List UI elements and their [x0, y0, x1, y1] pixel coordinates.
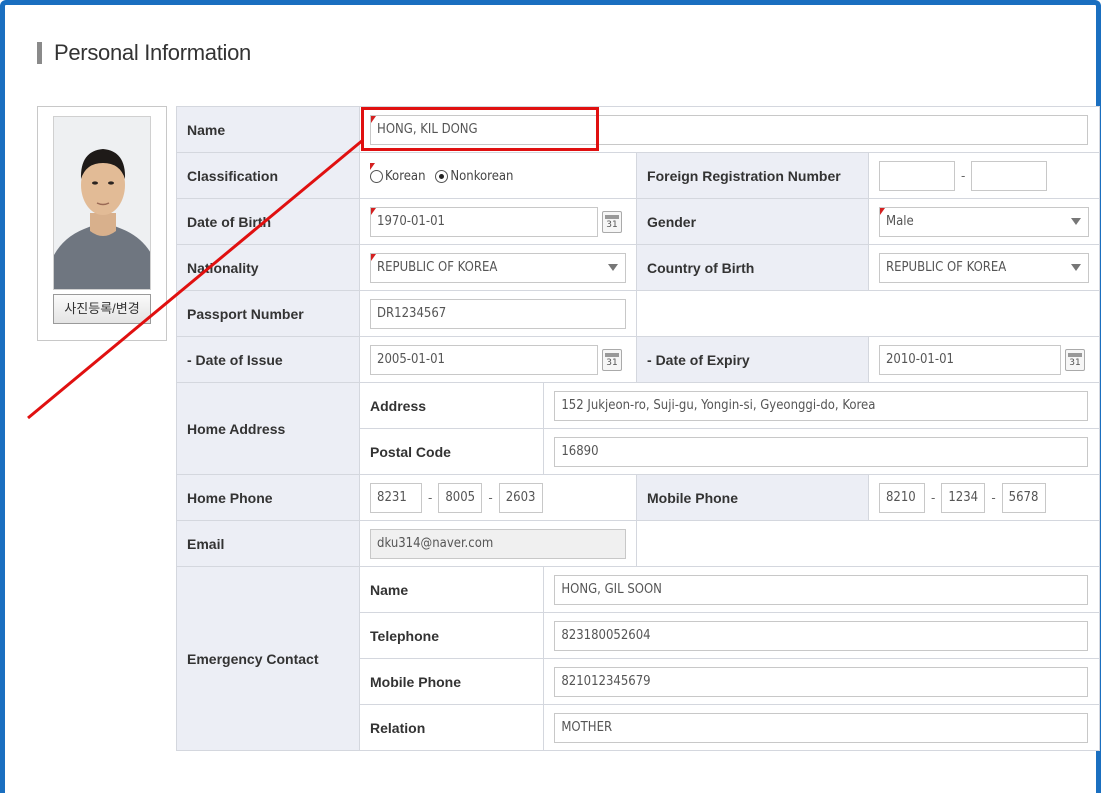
country-of-birth-cell: REPUBLIC OF KOREA	[867, 244, 1101, 291]
chevron-down-icon	[608, 263, 619, 271]
gender-label: Gender	[636, 198, 869, 245]
home-phone-part1[interactable]: 8231	[370, 482, 423, 513]
expiry-cell: 2010-01-01 31	[867, 336, 1101, 383]
address-cell: 152 Jukjeon-ro, Suji-gu, Yongin-si, Gyeo…	[543, 382, 1100, 429]
email-input[interactable]: dku314@naver.com	[370, 528, 627, 559]
calendar-icon[interactable]: 31	[602, 210, 623, 233]
photo-panel: 사진등록/변경	[37, 106, 167, 341]
address-input[interactable]: 152 Jukjeon-ro, Suji-gu, Yongin-si, Gyeo…	[554, 390, 1089, 421]
foreign-reg-part2-input[interactable]	[971, 160, 1048, 191]
expiry-date-input[interactable]: 2010-01-01	[878, 344, 1061, 375]
emergency-name-input[interactable]: HONG, GIL SOON	[554, 574, 1089, 605]
home-phone-label: Home Phone	[175, 474, 361, 521]
calendar-icon[interactable]: 31	[1064, 348, 1085, 371]
dash-separator: -	[930, 490, 936, 505]
issue-date-input[interactable]: 2005-01-01	[370, 344, 599, 375]
home-phone-part3[interactable]: 2603	[498, 482, 543, 513]
name-input[interactable]: HONG, KIL DONG	[370, 114, 1089, 145]
foreign-reg-label: Foreign Registration Number	[636, 152, 869, 199]
emergency-relation-input[interactable]: MOTHER	[554, 712, 1089, 743]
row-email: Email dku314@naver.com	[175, 520, 1100, 567]
emergency-tel-sublabel: Telephone	[359, 612, 545, 659]
issue-label: - Date of Issue	[175, 336, 361, 383]
emergency-tel-cell: 823180052604	[543, 612, 1100, 659]
mobile-phone-cell: 8210-1234-5678	[867, 474, 1101, 521]
nationality-label: Nationality	[175, 244, 361, 291]
nationality-select[interactable]: REPUBLIC OF KOREA	[370, 252, 627, 283]
page-title: Personal Information	[54, 40, 251, 65]
dash-separator: -	[960, 168, 966, 183]
passport-label: Passport Number	[175, 290, 361, 337]
emergency-relation-sublabel: Relation	[359, 704, 545, 751]
dob-cell: 1970-01-01 31	[359, 198, 638, 245]
row-emergency-name: Emergency Contact Name HONG, GIL SOON	[175, 566, 1100, 751]
email-empty-cell	[636, 520, 1100, 567]
dob-label: Date of Birth	[175, 198, 361, 245]
expiry-label: - Date of Expiry	[636, 336, 869, 383]
section-title: Personal Information	[37, 40, 251, 66]
dob-input[interactable]: 1970-01-01	[370, 206, 599, 237]
row-classification: Classification Korean Nonkorean Foreign …	[175, 152, 1101, 199]
chevron-down-icon	[1070, 217, 1081, 225]
country-of-birth-label: Country of Birth	[636, 244, 869, 291]
gender-select[interactable]: Male	[878, 206, 1089, 237]
row-name: Name HONG, KIL DONG	[175, 106, 1100, 153]
gender-cell: Male	[867, 198, 1101, 245]
emergency-relation-cell: MOTHER	[543, 704, 1100, 751]
emergency-mobile-input[interactable]: 821012345679	[554, 666, 1089, 697]
email-cell: dku314@naver.com	[359, 520, 638, 567]
emergency-mobile-cell: 821012345679	[543, 658, 1100, 705]
korean-option-label: Korean	[385, 168, 426, 184]
classification-cell: Korean Nonkorean	[359, 152, 638, 199]
issue-cell: 2005-01-01 31	[359, 336, 638, 383]
row-dob: Date of Birth 1970-01-01 31 Gender Male	[175, 198, 1101, 245]
passport-cell: DR1234567	[359, 290, 638, 337]
photo-register-button[interactable]: 사진등록/변경	[53, 294, 151, 324]
dash-separator: -	[991, 490, 996, 505]
mobile-phone-part3[interactable]: 5678	[1001, 482, 1046, 513]
passport-empty-cell	[636, 290, 1100, 337]
foreign-reg-cell: -	[867, 152, 1101, 199]
home-address-label: Home Address	[175, 382, 361, 475]
calendar-icon[interactable]: 31	[602, 348, 623, 371]
home-phone-part2[interactable]: 8005	[438, 482, 483, 513]
home-phone-cell: 8231-8005-2603	[359, 474, 638, 521]
personal-info-table: Name HONG, KIL DONG Classification Korea…	[175, 106, 1101, 751]
row-passport: Passport Number DR1234567	[175, 290, 1100, 337]
row-issue-expiry: - Date of Issue 2005-01-01 31 - Date of E…	[175, 336, 1101, 383]
mobile-phone-part2[interactable]: 1234	[941, 482, 986, 513]
emergency-telephone-input[interactable]: 823180052604	[554, 620, 1089, 651]
person-photo-icon	[54, 117, 150, 289]
required-marker	[370, 163, 376, 170]
name-label: Name	[175, 106, 361, 153]
emergency-name-sublabel: Name	[359, 566, 545, 613]
country-of-birth-select[interactable]: REPUBLIC OF KOREA	[878, 252, 1089, 283]
radio-nonkorean[interactable]	[435, 169, 449, 183]
chevron-down-icon	[1070, 263, 1081, 271]
postal-sublabel: Postal Code	[359, 428, 545, 475]
nationality-cell: REPUBLIC OF KOREA	[359, 244, 638, 291]
foreign-reg-part1-input[interactable]	[878, 160, 955, 191]
name-cell: HONG, KIL DONG	[359, 106, 1100, 153]
emergency-contact-label: Emergency Contact	[175, 566, 361, 751]
radio-korean[interactable]	[370, 169, 384, 183]
address-sublabel: Address	[359, 382, 545, 429]
classification-label: Classification	[175, 152, 361, 199]
mobile-phone-label: Mobile Phone	[636, 474, 869, 521]
emergency-name-cell: HONG, GIL SOON	[543, 566, 1100, 613]
profile-photo	[53, 116, 151, 290]
mobile-phone-part1[interactable]: 8210	[878, 482, 925, 513]
row-address: Home Address Address 152 Jukjeon-ro, Suj…	[175, 382, 1100, 475]
emergency-mobile-sublabel: Mobile Phone	[359, 658, 545, 705]
row-nationality: Nationality REPUBLIC OF KOREA Country of…	[175, 244, 1101, 291]
dash-separator: -	[428, 490, 433, 505]
passport-input[interactable]: DR1234567	[370, 298, 627, 329]
postal-cell: 16890	[543, 428, 1100, 475]
row-phones: Home Phone 8231-8005-2603 Mobile Phone 8…	[175, 474, 1101, 521]
postal-code-input[interactable]: 16890	[554, 436, 1089, 467]
email-label: Email	[175, 520, 361, 567]
title-marker	[37, 42, 42, 64]
nonkorean-option-label: Nonkorean	[450, 168, 514, 184]
dash-separator: -	[488, 490, 493, 505]
